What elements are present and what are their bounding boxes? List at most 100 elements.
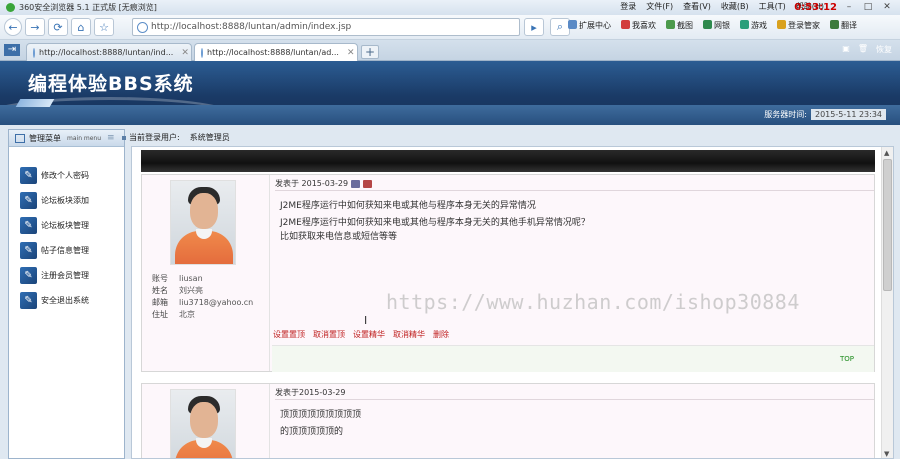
menu-file[interactable]: 文件(F): [646, 1, 673, 12]
window-controls: 0:53:12 – □ ✕: [794, 0, 894, 15]
current-user-bar: 当前登录用户: 系统管理员: [118, 129, 900, 146]
menu-login[interactable]: 登录: [620, 1, 636, 12]
current-user-label: 当前登录用户:: [129, 133, 180, 142]
sidebar-item-label: 安全退出系统: [41, 296, 89, 305]
sidebar-item-label: 论坛板块管理: [41, 221, 89, 230]
sidebar-item-manage-boards[interactable]: ✎ 论坛板块管理: [20, 213, 124, 238]
avatar: [170, 389, 236, 458]
browser-title: 360安全浏览器 5.1 正式版 [无痕浏览]: [19, 3, 157, 12]
tab-close-icon[interactable]: ✕: [347, 48, 355, 58]
sidebar-item-manage-posts[interactable]: ✎ 帖子信息管理: [20, 238, 124, 263]
author-name: 刘兴亮: [179, 286, 203, 295]
admin-user-icon: ✎: [20, 192, 37, 209]
edit-icon[interactable]: [351, 179, 361, 188]
post-date-text: 发表于 2015-03-29: [275, 179, 349, 188]
cancel-top-button[interactable]: 取消置顶: [313, 329, 345, 340]
refresh-icon[interactable]: ⟳: [48, 18, 68, 36]
post-title: 顶顶顶顶顶顶顶顶顶: [280, 410, 362, 420]
content-scrollbar[interactable]: ▲ ▼: [881, 147, 893, 458]
minimize-icon[interactable]: –: [842, 2, 856, 13]
window-tile-icon[interactable]: ▣: [842, 44, 850, 55]
site-brand: 编程体验BBS系统: [28, 73, 194, 95]
menu-panel-icon: [15, 133, 25, 143]
scroll-up-icon[interactable]: ▲: [884, 149, 889, 157]
collapse-icon[interactable]: ≡: [107, 133, 115, 143]
search-icon[interactable]: ⌕: [550, 18, 570, 36]
set-top-button[interactable]: 设置置顶: [273, 329, 305, 340]
menu-tools[interactable]: 工具(T): [759, 1, 786, 12]
tabbar-tools: ▣ 🗑 恢复: [842, 44, 892, 55]
post-content: J2ME程序运行中如何获知来电或其他与程序本身无关的其他手机异常情况呢？ 比如获…: [280, 216, 590, 244]
toolbar-favorites[interactable]: 我喜欢: [621, 20, 656, 31]
divider: [275, 399, 874, 400]
delete-post-button[interactable]: 删除: [433, 329, 449, 340]
sidebar-item-label: 帖子信息管理: [41, 246, 89, 255]
tab-admin[interactable]: http://localhost:8888/luntan/ad... ✕: [194, 43, 358, 61]
post-date-text: 发表于2015-03-29: [275, 388, 346, 397]
divider: [275, 190, 874, 191]
browser-titlebar: 360安全浏览器 5.1 正式版 [无痕浏览] 登录 文件(F) 查看(V) 收…: [0, 0, 900, 15]
post-actions: 设置置顶 取消置顶 设置精华 取消精华 删除: [273, 329, 449, 340]
post-item: 发表于2015-03-29 顶顶顶顶顶顶顶顶顶 的顶顶顶顶顶的: [141, 383, 875, 458]
toolbar-login-manager[interactable]: 登录管家: [777, 20, 820, 31]
post-content-line: 的顶顶顶顶顶的: [280, 427, 344, 437]
sidebar-title: 管理菜单: [29, 133, 61, 143]
sidebar-item-change-password[interactable]: ✎ 修改个人密码: [20, 163, 124, 188]
back-arrow-icon[interactable]: ←: [4, 18, 22, 36]
author-address-label: 住址: [152, 310, 168, 319]
site-header: 编程体验BBS系统 服务器时间: 2015-5-11 23:34: [0, 61, 900, 125]
tab-close-icon[interactable]: ✕: [181, 48, 189, 58]
toolbar-screenshot[interactable]: 截图: [666, 20, 693, 31]
toolbar-extensions[interactable]: 扩展中心: [568, 20, 611, 31]
tab-label: http://localhost:8888/luntan/ind...: [39, 48, 174, 57]
home-icon[interactable]: ⌂: [71, 18, 91, 36]
cancel-featured-button[interactable]: 取消精华: [393, 329, 425, 340]
maximize-icon[interactable]: □: [861, 2, 875, 13]
browser-toolbar: 扩展中心 我喜欢 截图 网银 游戏 登录管家 翻译: [568, 20, 857, 31]
browser-navbar: ← → ⟳ ⌂ ☆ http://localhost:8888/luntan/a…: [0, 15, 900, 40]
toolbar-games[interactable]: 游戏: [740, 20, 767, 31]
tab-index[interactable]: http://localhost:8888/luntan/ind... ✕: [26, 43, 192, 61]
scroll-down-icon[interactable]: ▼: [884, 450, 889, 458]
trash-icon[interactable]: 🗑: [858, 44, 868, 55]
globe-icon: [137, 22, 148, 33]
go-arrow-icon[interactable]: ▸: [524, 18, 544, 36]
sidebar-item-manage-members[interactable]: ✎ 注册会员管理: [20, 263, 124, 288]
avatar: [170, 180, 236, 265]
sidebar-toggle-icon[interactable]: ⇥: [4, 44, 20, 56]
restore-label[interactable]: 恢复: [876, 44, 892, 55]
admin-user-icon: ✎: [20, 167, 37, 184]
forward-arrow-icon[interactable]: →: [25, 18, 45, 36]
scroll-thumb[interactable]: [883, 159, 892, 291]
sidebar-item-logout[interactable]: ✎ 安全退出系统: [20, 288, 124, 313]
delete-icon[interactable]: [363, 179, 373, 188]
sidebar-title-en: main menu: [67, 134, 102, 142]
sidebar-header: 管理菜单 main menu ≡: [9, 130, 124, 147]
new-tab-button[interactable]: +: [361, 45, 379, 59]
post-author: [142, 384, 270, 458]
server-time-label: 服务器时间:: [764, 110, 807, 119]
post-content-line: J2ME程序运行中如何获知来电或其他与程序本身无关的其他手机异常情况呢？: [280, 218, 590, 228]
toolbar-translate[interactable]: 翻译: [830, 20, 857, 31]
tab-label: http://localhost:8888/luntan/ad...: [207, 48, 339, 57]
address-bar[interactable]: http://localhost:8888/luntan/admin/index…: [132, 18, 520, 36]
post-body: 发表于 2015-03-29 J2ME程序运行中如何获知来电或其他与程序本身无关…: [272, 175, 874, 371]
author-email: liu3718@yahoo.cn: [179, 298, 254, 307]
toolbar-bank[interactable]: 网银: [703, 20, 730, 31]
sidebar-item-add-board[interactable]: ✎ 论坛板块添加: [20, 188, 124, 213]
header-logo-stripe: [15, 99, 55, 107]
close-icon[interactable]: ✕: [880, 2, 894, 13]
post-body: 发表于2015-03-29 顶顶顶顶顶顶顶顶顶 的顶顶顶顶顶的: [272, 384, 874, 458]
menu-favorites[interactable]: 收藏(B): [721, 1, 749, 12]
address-url: http://localhost:8888/luntan/admin/index…: [151, 22, 352, 32]
post-item: 账号 liusan 姓名 刘兴亮 邮箱 liu3718@yahoo.cn 住址 北京 发…: [141, 174, 875, 372]
watermark: https://www.huzhan.com/ishop30884: [386, 290, 800, 314]
post-content: 的顶顶顶顶顶的: [280, 425, 343, 439]
sidebar-item-label: 修改个人密码: [41, 171, 89, 180]
server-time: 服务器时间: 2015-5-11 23:34: [764, 109, 886, 120]
set-featured-button[interactable]: 设置精华: [353, 329, 385, 340]
back-to-top-link[interactable]: TOP: [840, 355, 854, 363]
bookmark-star-icon[interactable]: ☆: [94, 18, 114, 36]
admin-user-icon: ✎: [20, 292, 37, 309]
menu-view[interactable]: 查看(V): [683, 1, 711, 12]
